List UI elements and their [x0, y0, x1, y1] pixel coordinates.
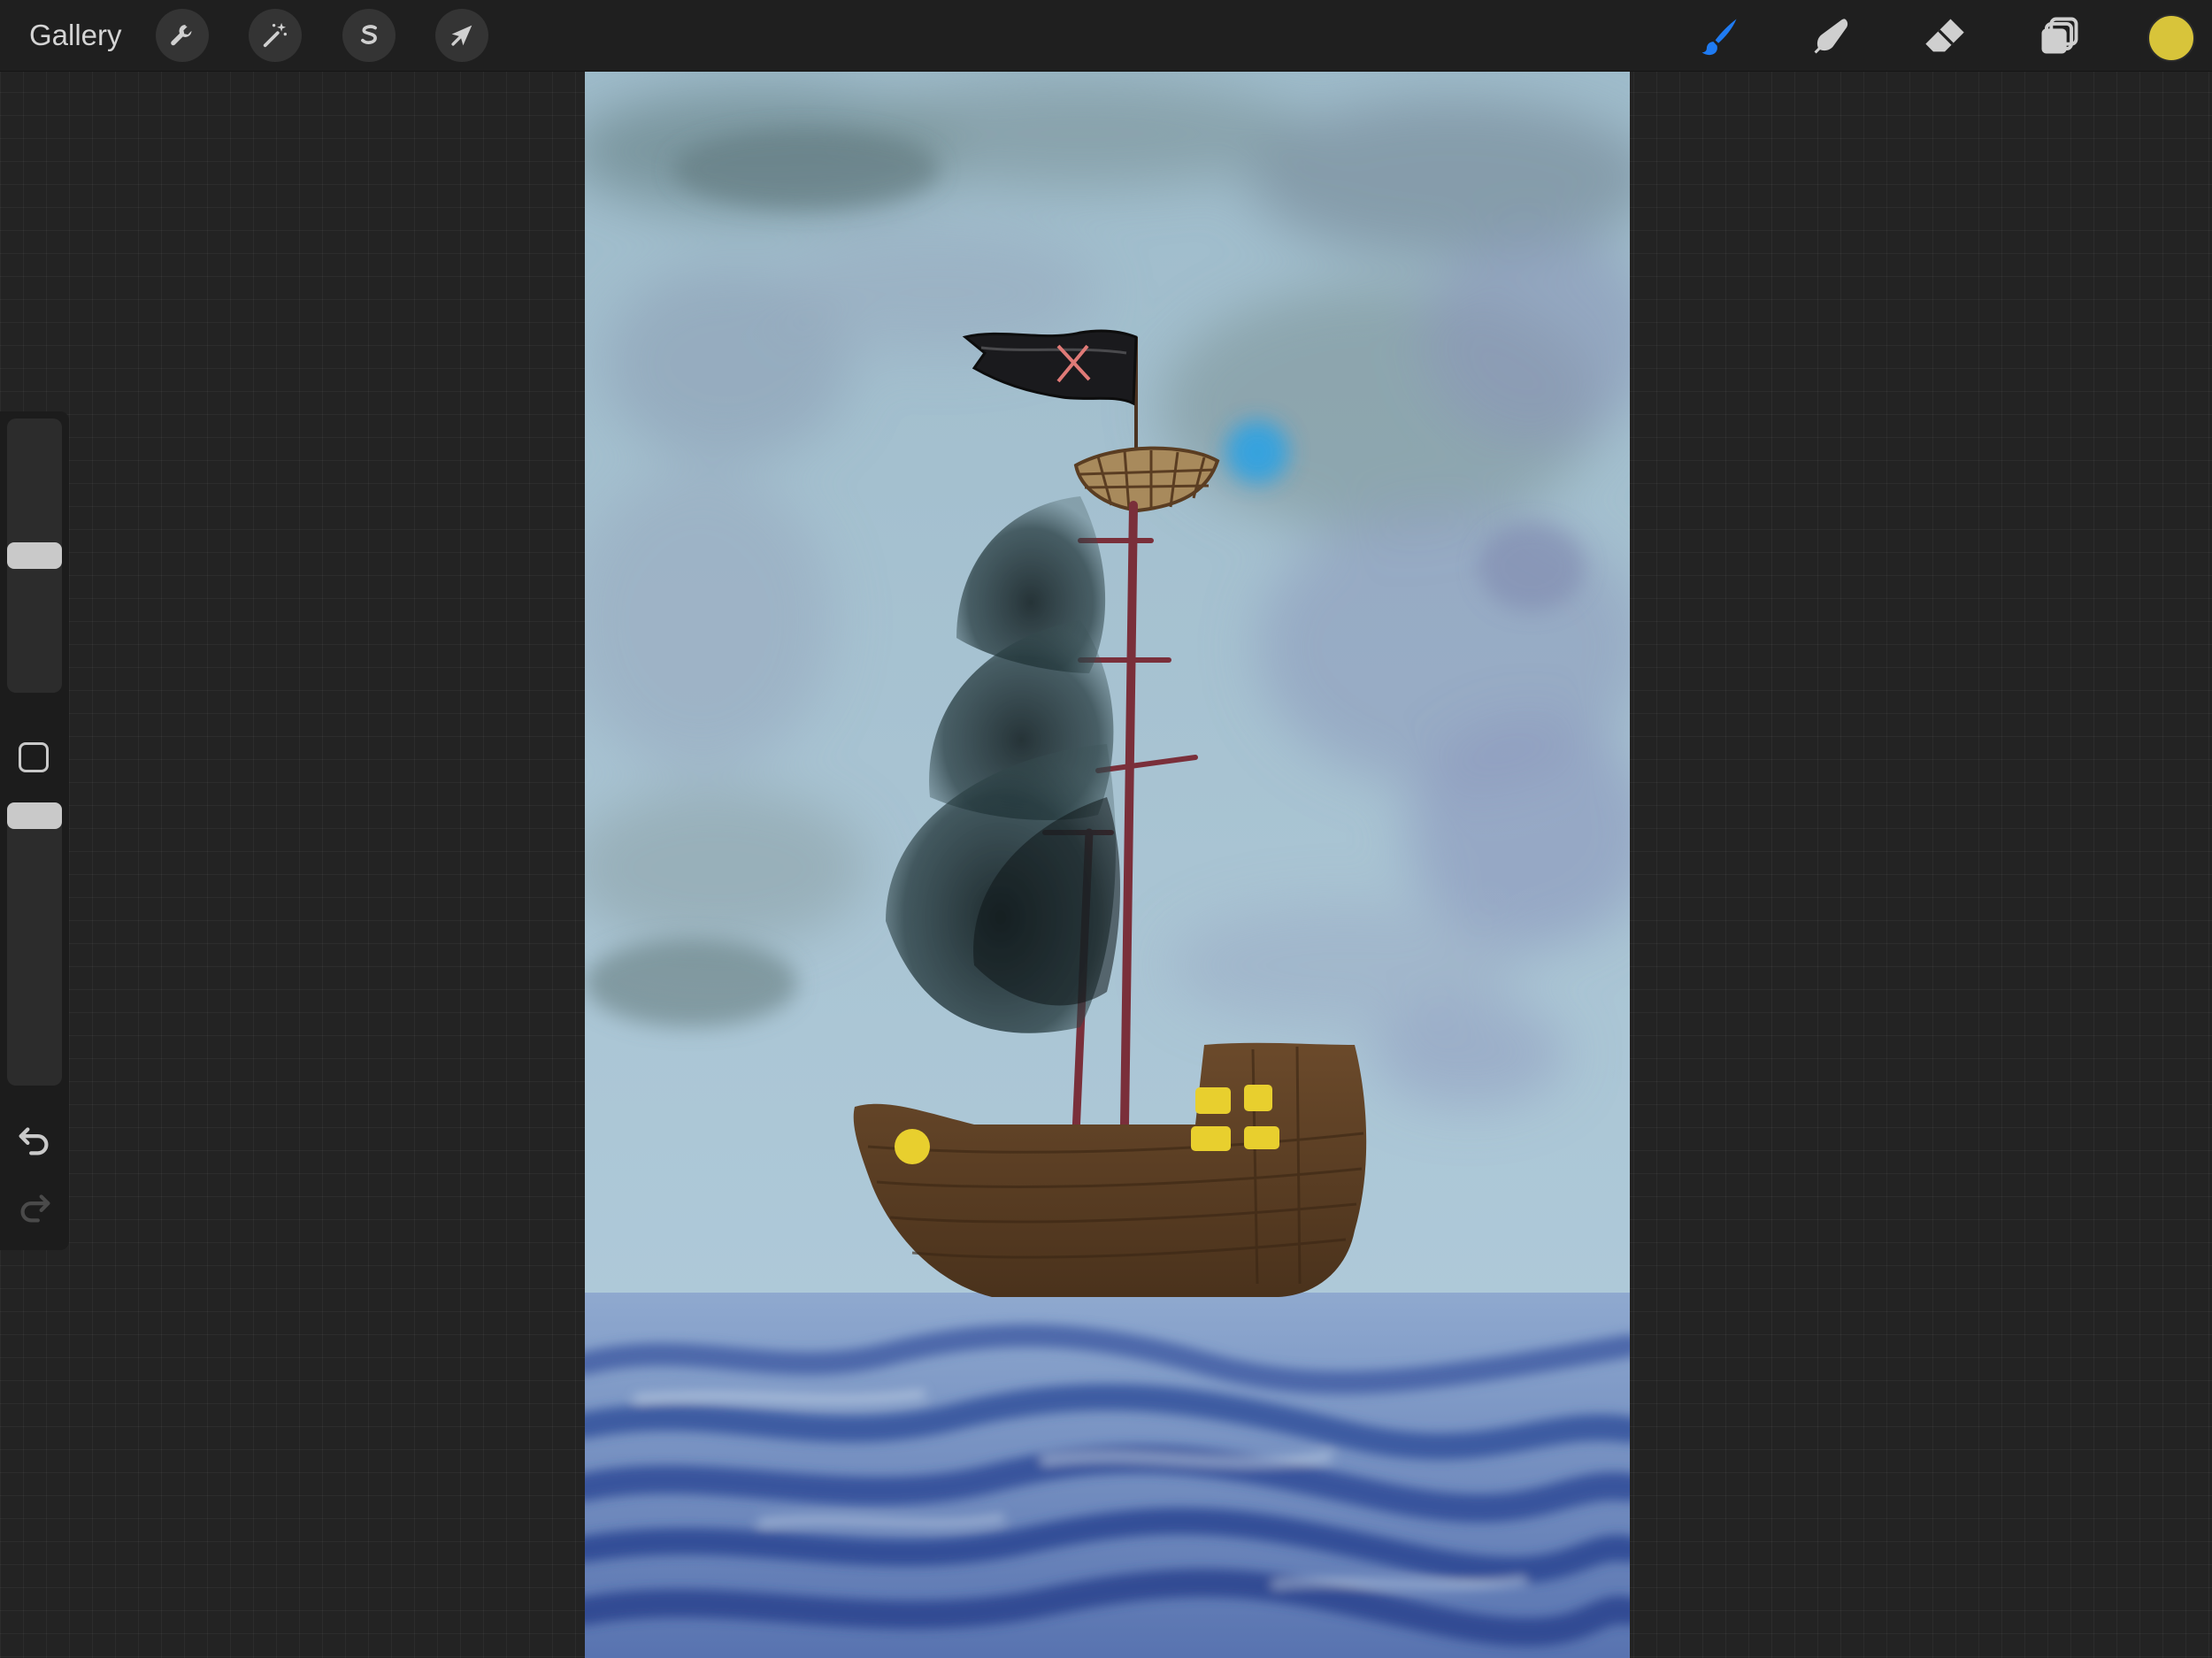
selection-s-icon — [361, 25, 377, 44]
left-sidebar — [0, 411, 69, 1250]
brush-icon — [1701, 19, 1737, 56]
actions-button[interactable] — [156, 9, 209, 62]
pirate-ship-artwork — [585, 72, 1630, 1658]
top-toolbar: Gallery — [0, 0, 2212, 72]
selection-button[interactable] — [342, 9, 396, 62]
opacity-thumb[interactable] — [7, 802, 62, 829]
layers-button[interactable] — [2032, 9, 2086, 64]
opacity-slider[interactable] — [7, 802, 62, 1086]
eraser-tool-button[interactable] — [1917, 9, 1972, 64]
smudge-finger-icon — [1814, 19, 1848, 54]
redo-icon — [20, 1194, 50, 1223]
transform-button[interactable] — [435, 9, 488, 62]
drawing-canvas[interactable] — [585, 72, 1630, 1658]
layers-icon — [2041, 17, 2078, 54]
adjustments-button[interactable] — [249, 9, 302, 62]
smudge-tool-button[interactable] — [1804, 9, 1859, 64]
gallery-button[interactable]: Gallery — [29, 16, 122, 55]
arrow-cursor-icon — [451, 25, 472, 46]
brush-size-thumb[interactable] — [7, 542, 62, 569]
brush-size-slider[interactable] — [7, 418, 62, 693]
redo-button[interactable] — [14, 1186, 55, 1227]
undo-button[interactable] — [14, 1119, 55, 1160]
modify-button[interactable] — [19, 742, 49, 772]
brush-tool-button[interactable] — [1692, 9, 1747, 64]
wrench-icon — [171, 24, 192, 46]
color-picker-button[interactable] — [2147, 14, 2195, 62]
undo-icon — [19, 1127, 49, 1155]
eraser-icon — [1925, 19, 1964, 52]
magic-wand-icon — [263, 22, 288, 48]
